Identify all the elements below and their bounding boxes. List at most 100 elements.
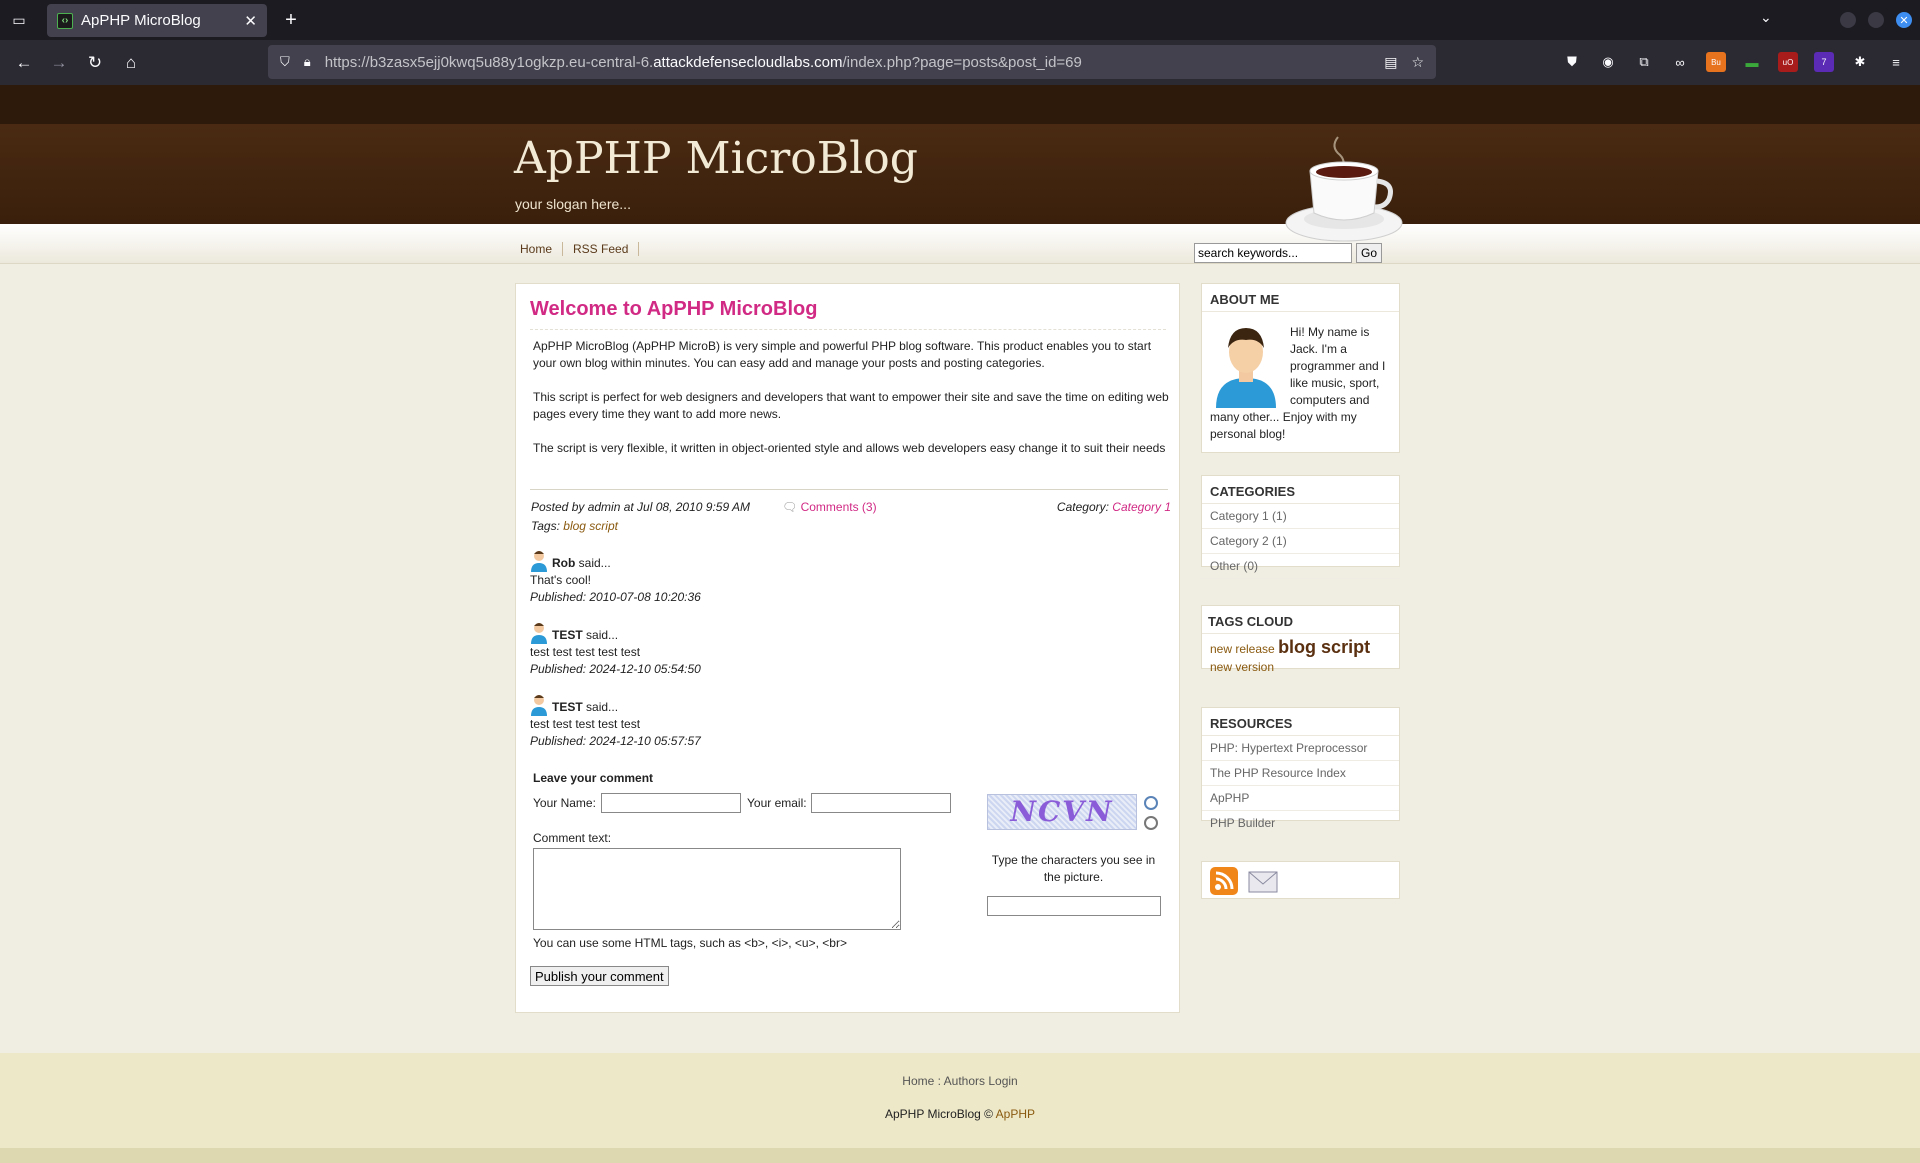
user-avatar-icon (531, 623, 547, 644)
user-avatar-icon (531, 695, 547, 716)
captcha-audio-icon[interactable] (1144, 816, 1158, 830)
search-go-button[interactable]: Go (1356, 243, 1382, 263)
site-title[interactable]: ApPHP MicroBlog (514, 133, 918, 184)
comment-text: test test test test test (530, 717, 641, 731)
nav-rss-feed-link[interactable]: RSS Feed (563, 242, 640, 256)
category-item[interactable]: Other (0) (1202, 554, 1399, 579)
back-icon[interactable]: ← (12, 51, 36, 75)
comment-text: That's cool! (530, 573, 591, 587)
comment-bubble-icon: 🗨︎ (782, 500, 801, 514)
forward-icon[interactable]: → (47, 51, 71, 75)
browser-tab-bar: ▭ ‹› ApPHP MicroBlog ✕ + ⌄ ✕ (0, 0, 1920, 40)
comment-author-line: TEST said... (530, 622, 701, 644)
copyright-text: ApPHP MicroBlog © (884, 1107, 993, 1121)
extensions-icon[interactable]: ⧉ (1634, 52, 1654, 72)
tab-list-chevron-icon[interactable]: ⌄ (1760, 9, 1772, 26)
comment-said: said... (586, 628, 619, 642)
reader-view-icon[interactable]: ▤ (1384, 54, 1397, 71)
tag-new-release[interactable]: new release (1210, 642, 1275, 656)
green-extension-icon[interactable]: ▬ (1742, 52, 1762, 72)
url-text[interactable]: https://b3zasx5ejj0kwq5u88y1ogkzp.eu-cen… (325, 54, 1371, 71)
post-paragraph: This script is perfect for web designers… (533, 390, 1169, 421)
about-me-title: ABOUT ME (1202, 284, 1399, 312)
site-footer: Home : Authors Login ApPHP MicroBlog © A… (0, 1053, 1920, 1148)
email-input[interactable] (811, 793, 951, 813)
tag-blog-script[interactable]: blog script (1278, 637, 1370, 657)
resource-link[interactable]: The PHP Resource Index (1202, 761, 1399, 786)
ublock-icon[interactable]: uO (1778, 52, 1798, 72)
tags-cloud-title: TAGS CLOUD (1202, 606, 1399, 634)
minimize-icon[interactable] (1840, 12, 1856, 28)
tag-new-version[interactable]: new version (1210, 660, 1274, 674)
bookmark-star-icon[interactable]: ☆ (1411, 54, 1424, 71)
comments-link[interactable]: 🗨︎ Comments (3) (782, 500, 877, 514)
about-me-content: Hi! My name is Jack. I'm a programmer an… (1210, 324, 1392, 443)
tab-title: ApPHP MicroBlog (81, 12, 201, 29)
maximize-icon[interactable] (1868, 12, 1884, 28)
home-icon[interactable]: ⌂ (119, 51, 143, 75)
comment-textarea[interactable] (533, 848, 901, 930)
comment-item: TEST said... test test test test test Pu… (530, 694, 701, 750)
comment-text: test test test test test (530, 645, 641, 659)
html-tags-hint: You can use some HTML tags, such as <b>,… (533, 936, 847, 950)
tab-close-icon[interactable]: ✕ (244, 12, 257, 30)
account-icon[interactable]: ◉ (1598, 52, 1618, 72)
category-item[interactable]: Category 2 (1) (1202, 529, 1399, 554)
reload-icon[interactable]: ↻ (83, 51, 107, 75)
post-category: Category: Category 1 (1057, 500, 1171, 514)
captcha-image: NCVN (987, 794, 1137, 830)
post-meta-divider (530, 489, 1168, 490)
header-top-band (0, 85, 1920, 124)
post-paragraph: The script is very flexible, it written … (533, 441, 1166, 455)
footer-home-link[interactable]: Home (902, 1074, 934, 1088)
lock-icon[interactable]: 🔒︎ (304, 54, 311, 70)
name-input[interactable] (601, 793, 741, 813)
footer-bottom-band (0, 1148, 1920, 1163)
tab-overview-icon[interactable]: ▭ (8, 9, 30, 31)
post-title-divider (530, 329, 1166, 330)
category-item[interactable]: Category 1 (1) (1202, 504, 1399, 529)
tags-link[interactable]: blog script (563, 519, 618, 533)
footer-separator: : (937, 1074, 941, 1088)
category-link[interactable]: Category 1 (1112, 500, 1171, 514)
search-input[interactable] (1194, 243, 1352, 263)
address-bar[interactable]: ⛉ 🔒︎ https://b3zasx5ejj0kwq5u88y1ogkzp.e… (268, 45, 1436, 79)
footer-links: Home : Authors Login (0, 1074, 1920, 1088)
post-paragraph: ApPHP MicroBlog (ApPHP MicroB) is very s… (533, 339, 1152, 370)
feeds-box (1201, 861, 1400, 899)
site-slogan: your slogan here... (515, 196, 631, 212)
tags-cloud-box: TAGS CLOUD new release blog script new v… (1201, 605, 1400, 674)
url-path: /index.php?page=posts&post_id=69 (842, 53, 1082, 71)
purple-extension-icon[interactable]: 7 (1814, 52, 1834, 72)
burp-extension-icon[interactable]: Bu (1706, 52, 1726, 72)
captcha-hint: Type the characters you see in the pictu… (991, 853, 1156, 884)
name-label: Your Name: (533, 796, 596, 810)
publish-comment-button[interactable]: Publish your comment (530, 966, 669, 986)
window-close-icon[interactable]: ✕ (1896, 12, 1912, 28)
url-prefix: https://b3zasx5ejj0kwq5u88y1ogkzp.eu-cen… (324, 53, 654, 71)
settings-extension-icon[interactable]: ✱ (1850, 52, 1870, 72)
captcha-input[interactable] (987, 896, 1161, 916)
glasses-extension-icon[interactable]: ∞ (1670, 52, 1690, 72)
footer-apphp-link[interactable]: ApPHP (996, 1107, 1035, 1121)
post-meta: Posted by admin at Jul 08, 2010 9:59 AM … (531, 500, 1171, 514)
comment-author: TEST (552, 628, 583, 642)
captcha-refresh-icon[interactable] (1144, 796, 1158, 810)
nav-home-link[interactable]: Home (514, 242, 564, 256)
resource-link[interactable]: ApPHP (1202, 786, 1399, 811)
comment-said: said... (578, 556, 611, 570)
user-avatar-icon (531, 551, 547, 572)
browser-tab[interactable]: ‹› ApPHP MicroBlog ✕ (47, 4, 267, 37)
resource-link[interactable]: PHP Builder (1202, 811, 1399, 835)
post-title[interactable]: Welcome to ApPHP MicroBlog (530, 298, 817, 321)
pocket-icon[interactable]: ⛊ (1562, 52, 1582, 72)
rss-icon[interactable] (1210, 867, 1238, 895)
menu-icon[interactable]: ≡ (1886, 52, 1906, 72)
new-tab-icon[interactable]: + (278, 7, 304, 33)
comment-author-line: TEST said... (530, 694, 701, 716)
search-form: Go (1194, 243, 1382, 263)
email-envelope-icon[interactable] (1247, 868, 1279, 894)
shield-icon[interactable]: ⛉ (280, 54, 290, 70)
resource-link[interactable]: PHP: Hypertext Preprocessor (1202, 736, 1399, 761)
footer-authors-login-link[interactable]: Authors Login (944, 1074, 1018, 1088)
